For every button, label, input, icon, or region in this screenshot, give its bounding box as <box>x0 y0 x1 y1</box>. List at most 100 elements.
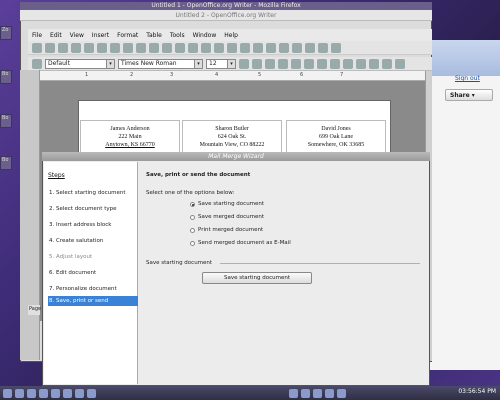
desktop-tab[interactable]: Bo <box>0 114 12 128</box>
undo-icon[interactable] <box>214 42 224 53</box>
step-save-print-send[interactable]: 8. Save, print or send <box>48 296 138 306</box>
open-icon[interactable] <box>45 42 55 53</box>
step-adjust-layout: 5. Adjust layout <box>49 254 93 260</box>
radio-save-starting[interactable] <box>190 202 195 207</box>
copy-icon[interactable] <box>175 42 185 53</box>
menu-insert[interactable]: Insert <box>92 32 109 39</box>
radio-send-email[interactable] <box>190 241 195 246</box>
bold-icon[interactable] <box>239 58 249 69</box>
terminal-icon[interactable] <box>51 388 60 398</box>
save-starting-document-button[interactable]: Save starting document <box>202 272 312 284</box>
label-city: Anytown, KS 66770 <box>105 142 155 148</box>
font-name-select[interactable]: Times New Roman ▾ <box>118 58 203 69</box>
autospell-icon[interactable] <box>149 42 159 53</box>
window-title: Untitled 2 - OpenOffice.org Writer <box>20 10 432 21</box>
browser-icon[interactable] <box>39 388 48 398</box>
label-street: 222 Main <box>118 134 142 140</box>
draw-icon[interactable] <box>266 42 276 53</box>
desktop-tab[interactable]: Bo <box>0 156 12 170</box>
underline-icon[interactable] <box>265 58 275 69</box>
styles-icon[interactable] <box>32 58 42 69</box>
indent-decrease-icon[interactable] <box>356 58 366 69</box>
zoom-icon[interactable] <box>318 42 328 53</box>
menu-format[interactable]: Format <box>117 32 138 39</box>
desktop-tab[interactable]: Bo <box>0 70 12 84</box>
spellcheck-icon[interactable] <box>136 42 146 53</box>
step-select-starting[interactable]: 1. Select starting document <box>48 188 138 198</box>
standard-toolbar <box>28 41 432 55</box>
help-icon[interactable] <box>331 42 341 53</box>
volume-icon[interactable] <box>337 388 346 398</box>
radio-save-merged[interactable] <box>190 215 195 220</box>
new-icon[interactable] <box>32 42 42 53</box>
page-indicator: Page <box>28 305 41 315</box>
align-left-icon[interactable] <box>278 58 288 69</box>
navigator-icon[interactable] <box>292 42 302 53</box>
share-button[interactable]: Share ▾ <box>445 89 493 101</box>
bullets-icon[interactable] <box>343 58 353 69</box>
task-icon[interactable] <box>87 388 96 398</box>
task-icon[interactable] <box>75 388 84 398</box>
font-color-icon[interactable] <box>382 58 392 69</box>
edit-icon[interactable] <box>84 42 94 53</box>
menu-view[interactable]: View <box>70 32 84 39</box>
background-browser-window: Sign out Share ▾ <box>420 40 500 370</box>
desktop-tab[interactable]: Zo <box>0 26 12 40</box>
show-desktop-icon[interactable] <box>15 388 24 398</box>
files-icon[interactable] <box>27 388 36 398</box>
email-icon[interactable] <box>71 42 81 53</box>
highlight-icon[interactable] <box>395 58 405 69</box>
steps-header: Steps <box>48 172 65 179</box>
menu-help[interactable]: Help <box>224 32 238 39</box>
font-value: Times New Roman <box>121 59 177 67</box>
writer-task-icon[interactable] <box>63 388 72 398</box>
address-label: James Anderson 222 Main Anytown, KS 6677… <box>80 120 180 156</box>
find-icon[interactable] <box>279 42 289 53</box>
step-salutation[interactable]: 4. Create salutation <box>48 236 138 246</box>
redo-icon[interactable] <box>227 42 237 53</box>
justify-icon[interactable] <box>317 58 327 69</box>
preview-icon[interactable] <box>123 42 133 53</box>
menu-tools[interactable]: Tools <box>170 32 185 39</box>
menu-window[interactable]: Window <box>193 32 217 39</box>
ruler: 1234567 <box>40 71 425 81</box>
menu-edit[interactable]: Edit <box>50 32 62 39</box>
italic-icon[interactable] <box>252 58 262 69</box>
clock[interactable]: 03:56:54 PM <box>458 388 496 395</box>
tray-icon[interactable] <box>313 388 322 398</box>
indent-increase-icon[interactable] <box>369 58 379 69</box>
numbering-icon[interactable] <box>330 58 340 69</box>
step-address-block[interactable]: 3. Insert address block <box>48 220 138 230</box>
pdf-icon[interactable] <box>97 42 107 53</box>
paragraph-style-select[interactable]: Default ▾ <box>45 58 115 69</box>
paste-icon[interactable] <box>188 42 198 53</box>
label-city: Mountain View, CO 88222 <box>199 142 265 148</box>
label-street: 624 Oak St. <box>217 134 247 140</box>
font-size-select[interactable]: 12 ▾ <box>206 58 236 69</box>
align-right-icon[interactable] <box>304 58 314 69</box>
share-label: Share <box>450 92 470 99</box>
menu-file[interactable]: File <box>32 32 42 39</box>
align-center-icon[interactable] <box>291 58 301 69</box>
network-icon[interactable] <box>325 388 334 398</box>
sign-out-link[interactable]: Sign out <box>455 75 480 82</box>
step-document-type[interactable]: 2. Select document type <box>48 204 138 214</box>
step-personalize[interactable]: 7. Personalize document <box>48 284 138 294</box>
table-icon[interactable] <box>253 42 263 53</box>
hyperlink-icon[interactable] <box>240 42 250 53</box>
chevron-down-icon: ▾ <box>471 92 475 99</box>
tray-icon[interactable] <box>301 388 310 398</box>
size-value: 12 <box>209 59 217 67</box>
menu-icon[interactable] <box>3 388 12 398</box>
option-label: Print merged document <box>198 227 264 233</box>
radio-print-merged[interactable] <box>190 228 195 233</box>
tray-icon[interactable] <box>289 388 298 398</box>
cut-icon[interactable] <box>162 42 172 53</box>
gallery-icon[interactable] <box>305 42 315 53</box>
menu-table[interactable]: Table <box>146 32 162 39</box>
clone-icon[interactable] <box>201 42 211 53</box>
step-edit-document[interactable]: 6. Edit document <box>48 268 138 278</box>
print-icon[interactable] <box>110 42 120 53</box>
save-icon[interactable] <box>58 42 68 53</box>
divider <box>220 263 420 264</box>
